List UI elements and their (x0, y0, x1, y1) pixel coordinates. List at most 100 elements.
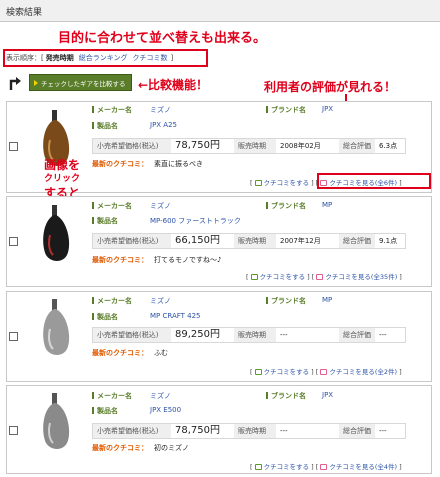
release-value: 2008年02月 (280, 142, 321, 150)
product-label: 製品名 (92, 312, 118, 322)
latest-review-text: 初のミズノ (154, 444, 189, 452)
latest-review-text: 打てるモノですね～♪ (154, 256, 222, 264)
product-label: 製品名 (92, 121, 118, 131)
view-reviews-link[interactable]: クチコミを見る(全35件) (325, 273, 397, 281)
price-label: 小売希望価格(税込) (93, 139, 171, 153)
brand-label: ブランド名 (266, 201, 306, 211)
maker-label: メーカー名 (92, 201, 132, 211)
brand-label: ブランド名 (266, 296, 306, 306)
brand-label: ブランド名 (266, 391, 306, 401)
latest-review-text: ふむ (154, 349, 168, 357)
price-label: 小売希望価格(税込) (93, 328, 171, 342)
release-label: 販売時期 (234, 328, 276, 342)
release-label: 販売時期 (234, 424, 276, 438)
product-label: 製品名 (92, 216, 118, 226)
latest-review-label: 最新のクチコミ： (92, 349, 148, 357)
release-value: --- (280, 427, 288, 435)
review-links: [ クチコミをする ] [ クチコミを見る(全2件) ] (250, 368, 402, 376)
price-label: 小売希望価格(税込) (93, 424, 171, 438)
price-label: 小売希望価格(税込) (93, 234, 171, 248)
brand-value[interactable]: MP (322, 296, 332, 304)
maker-value[interactable]: ミズノ (150, 296, 171, 306)
view-reviews-link[interactable]: クチコミを見る(全2件) (329, 368, 397, 376)
review-links: [ クチコミをする ] [ クチコミを見る(全4件) ] (250, 463, 402, 471)
review-highlight-box (317, 173, 431, 189)
product-name[interactable]: MP-600 ファーストトラック (150, 216, 241, 226)
product-name[interactable]: MP CRAFT 425 (150, 312, 201, 320)
product-checkbox[interactable] (9, 237, 18, 246)
sort-bar: 表示順序：[発売時期 総合ランキング クチコミ数] (6, 53, 173, 63)
annotation-image-click: 画像を クリック すると (44, 158, 81, 200)
write-review-link[interactable]: クチコミをする (264, 179, 310, 187)
sort-label: 表示順序：[ (6, 54, 44, 62)
product-label: 製品名 (92, 406, 118, 416)
write-review-icon (254, 180, 262, 186)
rating-value: 6.3点 (379, 142, 398, 150)
view-reviews-link[interactable]: クチコミを見る(全4件) (329, 463, 397, 471)
arrow-return-icon (9, 77, 21, 90)
annotation-sort: 目的に合わせて並べ替えも出来る。 (58, 31, 267, 46)
rating-value: --- (379, 427, 387, 435)
rating-label: 総合評価 (339, 234, 375, 248)
annotation-compare: ←比較機能！ (138, 78, 209, 92)
maker-label: メーカー名 (92, 391, 132, 401)
price-value: 89,250円 (175, 329, 220, 340)
write-review-icon (254, 464, 262, 470)
compare-button-label: チェックしたギアを比較する (41, 79, 126, 88)
compare-triangle-icon (34, 79, 38, 86)
product-name[interactable]: JPX E500 (150, 406, 181, 414)
maker-label: メーカー名 (92, 105, 132, 115)
latest-review-label: 最新のクチコミ： (92, 444, 148, 452)
price-value: 66,150円 (175, 235, 220, 246)
sort-current: 発売時期 (45, 54, 74, 62)
price-value: 78,750円 (175, 425, 220, 436)
maker-value[interactable]: ミズノ (150, 391, 171, 401)
page-title: 検索結果 (6, 8, 43, 18)
maker-value[interactable]: ミズノ (150, 105, 171, 115)
golf-driver-image[interactable] (36, 205, 76, 263)
golf-driver-image[interactable] (36, 299, 76, 357)
spec-row: 小売希望価格(税込) 89,250円 販売時期 --- 総合評価 --- (92, 327, 406, 343)
release-value: 2007年12月 (280, 237, 321, 245)
brand-label: ブランド名 (266, 105, 306, 115)
product-checkbox[interactable] (9, 142, 18, 151)
rating-label: 総合評価 (339, 139, 375, 153)
sort-option-reviews[interactable]: クチコミ数 (133, 54, 168, 62)
annotation-review: 利用者の評価が見れる！ (264, 80, 397, 94)
maker-label: メーカー名 (92, 296, 132, 306)
price-value: 78,750円 (175, 140, 220, 151)
latest-review-label: 最新のクチコミ： (92, 256, 148, 264)
spec-row: 小売希望価格(税込) 66,150円 販売時期 2007年12月 総合評価 9.… (92, 233, 406, 249)
brand-value[interactable]: JPX (322, 391, 333, 399)
spec-row: 小売希望価格(税込) 78,750円 販売時期 2008年02月 総合評価 6.… (92, 138, 406, 154)
rating-label: 総合評価 (339, 424, 375, 438)
product-checkbox[interactable] (9, 332, 18, 341)
write-review-link[interactable]: クチコミをする (264, 463, 310, 471)
compare-button[interactable]: チェックしたギアを比較する (29, 74, 132, 91)
latest-review-text: 素直に振るべき (154, 160, 203, 168)
release-value: --- (280, 331, 288, 339)
review-links: [ クチコミをする ] [ クチコミを見る(全35件) ] (246, 273, 402, 281)
product-checkbox[interactable] (9, 426, 18, 435)
write-review-link[interactable]: クチコミをする (264, 368, 310, 376)
write-review-icon (250, 274, 258, 280)
write-review-link[interactable]: クチコミをする (260, 273, 306, 281)
latest-review-label: 最新のクチコミ： (92, 160, 148, 168)
write-review-icon (254, 369, 262, 375)
rating-label: 総合評価 (339, 328, 375, 342)
view-review-icon (316, 274, 324, 280)
spec-row: 小売希望価格(税込) 78,750円 販売時期 --- 総合評価 --- (92, 423, 406, 439)
release-label: 販売時期 (234, 234, 276, 248)
view-review-icon (320, 464, 328, 470)
rating-value: --- (379, 331, 387, 339)
view-review-icon (320, 369, 328, 375)
brand-value[interactable]: JPX (322, 105, 333, 113)
product-name[interactable]: JPX A25 (150, 121, 177, 129)
rating-value: 9.1点 (379, 237, 398, 245)
sort-close-bracket: ] (170, 54, 174, 62)
golf-driver-image[interactable] (36, 393, 76, 451)
page-header: 検索結果 (0, 0, 440, 22)
maker-value[interactable]: ミズノ (150, 201, 171, 211)
sort-option-ranking[interactable]: 総合ランキング (79, 54, 128, 62)
brand-value[interactable]: MP (322, 201, 332, 209)
